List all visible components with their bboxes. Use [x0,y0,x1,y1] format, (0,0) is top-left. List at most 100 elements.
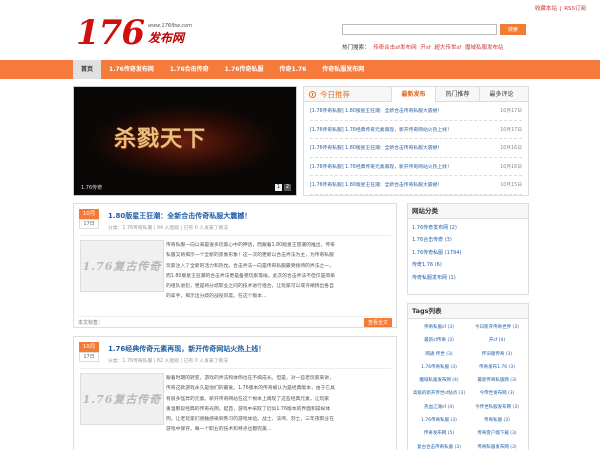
list-item: [1.76传奇私服] 1.80版星王狂潮：全新合击传奇私服大震撼！ 10月15日 [310,176,522,195]
list-item: [1.76传奇私服] 1.76经典传奇元素再现，新开传奇网站火热上线！ 10月1… [310,121,522,139]
tags-title: Tags列表 [408,304,528,319]
rss-link[interactable]: RSS订阅 [564,6,586,12]
main-nav: 首页 1.76传奇发布网 1.76合击传奇 1.76传奇私服 传奇1.76 传奇… [0,60,600,79]
date-month: 10月 [79,342,99,352]
excerpt-line: 跟着时期的转变，游戏的弄法和体例也在不竭成长。但是，对一些老玩家来讲， [166,376,334,381]
recommend-header: 今日推荐 最新发布 热门推荐 最多评论 [304,86,528,102]
hot-search-link[interactable]: 开sf [420,45,430,51]
list-item-date: 10月17日 [500,109,522,115]
tag-link[interactable]: 开sf (4) [469,334,525,347]
category-list: 1.76传奇发布网 (2) 1.76合击传奇 (3) 1.76传奇私服 (179… [408,219,528,287]
search-input[interactable] [342,24,497,35]
article-title[interactable]: 1.80版星王狂潮：全新合击传奇私服大震撼！ [108,211,251,221]
date-badge: 10月 17日 [79,209,99,229]
banner-slider[interactable]: 杀戮天下 1.76传奇 1 2 [73,86,297,196]
article-title[interactable]: 1.76经典传奇元素再现，新开传奇网站火热上线！ [108,344,265,354]
clock-icon [309,90,316,98]
tag-link[interactable]: 最新sf传奇 (3) [411,334,467,347]
tag-link[interactable]: 传奇私服发布网 (3) [469,441,525,450]
logo-side: www.176fbw.com 发布网 [148,23,192,46]
list-item-link[interactable]: [1.76传奇私服] 1.76经典传奇元素再现，新开传奇网站火热上线！ [310,163,452,170]
category-title: 网站分类 [408,204,528,219]
category-link[interactable]: 传奇私服发布网 (1) [412,272,524,284]
recommend-title-text: 今日推荐 [320,89,350,99]
banner-caption: 1.76传奇 [81,185,103,191]
tag-link[interactable]: 传奇发布网 (5) [411,427,467,440]
list-item-link[interactable]: [1.76传奇私服] 1.76经典传奇元素再现，新开传奇网站火热上线！ [310,126,452,133]
tag-link[interactable]: 高级的新开传世sf站点 (3) [411,387,467,400]
tag-link[interactable]: 传奇私服 (3) [469,414,525,427]
tag-link[interactable]: 今传世私服发布网 (3) [469,401,525,414]
divider [79,368,391,369]
date-badge: 10月 17日 [79,342,99,362]
list-item-date: 10月16日 [500,146,522,152]
hot-search-link[interactable]: 传奇合击sf发布网 [373,45,416,51]
list-item-date: 10月17日 [500,127,522,133]
excerpt-line: 例，让老玩家们感触感染到熟习的游戏体验。战士、法师、羽士，三年夜职业在 [166,417,334,423]
list-item: [1.76传奇私服] 1.80版星王狂潮：全新合击传奇私服大震撼！ 10月16日 [310,139,522,158]
recommend-list: [1.76传奇私服] 1.80版星王狂潮：全新合击传奇私服大震撼！ 10月17日… [304,102,528,195]
article-footer: 本文标签： 查看全文 [78,316,392,327]
hot-search-link[interactable]: 超大传世sf [434,45,461,51]
tag-link[interactable]: 今传世发布网 (3) [469,387,525,400]
nav-item-private-publish[interactable]: 传奇私服发布网 [314,60,372,79]
tag-link[interactable]: 传奇发布1.76 (3) [469,361,525,374]
excerpt-line: 重温那段经典的传奇光阴。起首，游戏中采取了近似1.76版本的界面和操纵体 [166,406,331,412]
hot-search-link[interactable]: 魔域私服发布站 [465,45,504,51]
list-item-link[interactable]: [1.76传奇私服] 1.80版星王狂潮：全新合击传奇私服大震撼！ [310,181,442,188]
site-logo[interactable]: 176 www.176fbw.com 发布网 [76,13,192,53]
list-item-link[interactable]: [1.76传奇私服] 1.80版星王狂潮：全新合击传奇私服大震撼！ [310,107,442,114]
thumbnail-text: 1.76复古传奇 [82,393,162,406]
nav-item-176-combo[interactable]: 1.76合击传奇 [162,60,217,79]
bookmark-link[interactable]: 收藏本站 [535,6,557,12]
tag-link[interactable]: 今日新开传奇世界 (3) [469,321,525,334]
slider-dot[interactable]: 1 [275,184,282,191]
read-more-button[interactable]: 查看全文 [363,317,392,327]
nav-item-176-publish[interactable]: 1.76传奇发布网 [101,60,162,79]
recommend-title: 今日推荐 [304,89,391,100]
tab-latest[interactable]: 最新发布 [391,86,435,102]
category-link[interactable]: 1.76传奇发布网 (2) [412,222,524,234]
category-link[interactable]: 传奇1.76 (6) [412,259,524,271]
logo-number: 176 [76,13,145,53]
category-link[interactable]: 1.76合击传奇 (3) [412,234,524,246]
list-item: [1.76传奇私服] 1.76经典传奇元素再现，新开传奇网站火热上线！ 10月1… [310,158,522,176]
tag-link[interactable]: 怀旧版传奇 (3) [469,348,525,361]
tab-hot[interactable]: 热门推荐 [435,86,479,102]
list-item-date: 10月15日 [500,183,522,189]
page: 收藏本站 | RSS订阅 176 www.176fbw.com 发布网 搜索 热… [0,0,600,450]
logo-text: 发布网 [147,31,184,45]
tab-most-comments[interactable]: 最多评论 [479,86,523,102]
recommend-box: 今日推荐 最新发布 热门推荐 最多评论 [1.76传奇私服] 1.80版星王狂潮… [303,86,529,196]
nav-item-176-private[interactable]: 1.76传奇私服 [217,60,272,79]
article-thumbnail[interactable]: 1.76复古传奇 [80,373,164,425]
tag-link[interactable]: 网通 传世 (3) [411,348,467,361]
banner-dots: 1 2 [273,184,291,191]
tag-link[interactable]: 最新传奇私服网 (3) [469,374,525,387]
search-bar: 搜索 [342,24,526,35]
tag-link[interactable]: 1.76传奇私服 (3) [411,361,467,374]
article-card: 10月 17日 1.80版星王狂潮：全新合击传奇私服大震撼！ 分类：1.76传奇… [73,203,397,328]
nav-item-home[interactable]: 首页 [73,60,102,79]
article-thumbnail[interactable]: 1.76复古传奇 [80,240,164,292]
tag-link[interactable]: 传奇私服sf (3) [411,321,467,334]
tag-link[interactable]: 传奇客户端下载 (3) [469,427,525,440]
slider-dot-active[interactable]: 2 [284,184,291,191]
excerpt-line: 玩家注入了全新的活力和热忱。合击弄法一向是传奇私服最受接待的弄法之一， [166,263,334,269]
thumbnail-text: 1.76复古传奇 [82,260,162,273]
search-button[interactable]: 搜索 [500,24,526,35]
category-link[interactable]: 1.76传奇私服 (1794) [412,247,524,259]
tag-link[interactable]: 1.76传奇私服 (3) [411,414,467,427]
date-day: 17日 [79,219,99,229]
tag-link[interactable]: 热血江湖sf (4) [411,401,467,414]
tag-link[interactable]: 魔域私服发布网 (4) [411,374,467,387]
list-item-link[interactable]: [1.76传奇私服] 1.80版星王狂潮：全新合击传奇私服大震撼！ [310,144,442,151]
excerpt-line: 游戏中保存，每一个职业的技术和特点也都完美... [166,427,272,433]
excerpt-line: 传奇这款游戏永久是他们的最爱。1.76版本的传奇被认为是经典版本，由于它具 [166,386,335,392]
tag-link[interactable]: 复古合击传奇私服 (3) [411,441,467,450]
hot-search-label: 热门搜索： [342,45,370,51]
category-box: 网站分类 1.76传奇发布网 (2) 1.76合击传奇 (3) 1.76传奇私服… [407,203,529,295]
nav-item-legend-176[interactable]: 传奇1.76 [271,60,314,79]
article-tags-label: 本文标签： [78,319,104,326]
article-meta: 分类：1.76传奇私服 | 94 人围观 | 已有 0 人发表了看法 [108,226,229,231]
